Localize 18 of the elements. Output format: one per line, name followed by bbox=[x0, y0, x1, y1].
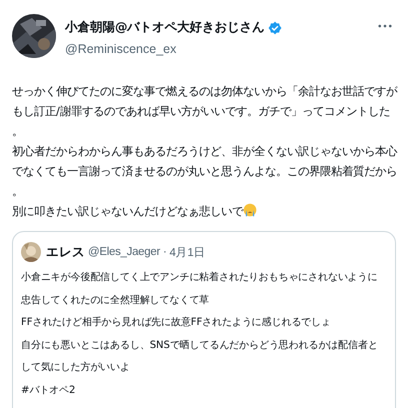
user-handle[interactable]: @Reminiscence_ex bbox=[65, 42, 282, 56]
quoted-text-line: 自分にも悪いとこはあるし、SNSで晒してるんだからどう思われるかは配信者と bbox=[21, 338, 379, 353]
quoted-handle: @Eles_Jaeger bbox=[88, 246, 160, 258]
quoted-text-line: 小倉ニキが今後配信してく上でアンチに粘着されたりおもちゃにされないように bbox=[21, 270, 378, 285]
more-icon[interactable] bbox=[378, 24, 392, 28]
quoted-post-card[interactable]: エレス @Eles_Jaeger · 4月1日 小倉ニキが今後配信してく上でアンチに粘着されたりおもちゃにされないように 忠告してくれたのに全然理解してなくて草 FFされたけど相手から見れば先に故意FFされたように感じれるでしょ 自分にも悪いとこはあるし、SNSで晒してるんだからどう思われるかは配信者と して気にした方がいいよ #バトオペ2 bbox=[12, 231, 396, 408]
quoted-text-line: FFされたけど相手から見れば先に故意FFされたように感じれるでしょ bbox=[21, 316, 332, 330]
quoted-text-line: 忠告してくれたのに全然理解してなくて草 bbox=[21, 294, 210, 308]
post-text: 別に叩きたい訳じゃないんだけどなぁ悲しいで bbox=[12, 204, 243, 218]
separator-dot: · bbox=[163, 246, 167, 258]
quoted-text-line: して気にした方がいいよ bbox=[21, 360, 131, 376]
quoted-text-line: #バトオペ2 bbox=[21, 384, 76, 398]
display-name[interactable]: 小倉朝陽@バトオペ大好きおじさん bbox=[65, 19, 264, 36]
crying-emoji-icon bbox=[243, 203, 257, 217]
quoted-display-name: エレス bbox=[46, 244, 85, 260]
post-text: せっかく伸びてたのに変な事で燃えるのは勿体ないから「余計なお世話ですがもし訂正/謝罪するのであれば早い方がいいです。ガチで」ってコメントした。 bbox=[12, 84, 397, 138]
post-text: 初心者だからわからん事もあるだろうけど、非が全くない訳じゃないから本心でなくても一言謝って済ませるのが丸いと思うんよな。この界隈粘着質だから。 bbox=[12, 144, 397, 198]
quoted-date: 4月1日 bbox=[170, 246, 206, 260]
